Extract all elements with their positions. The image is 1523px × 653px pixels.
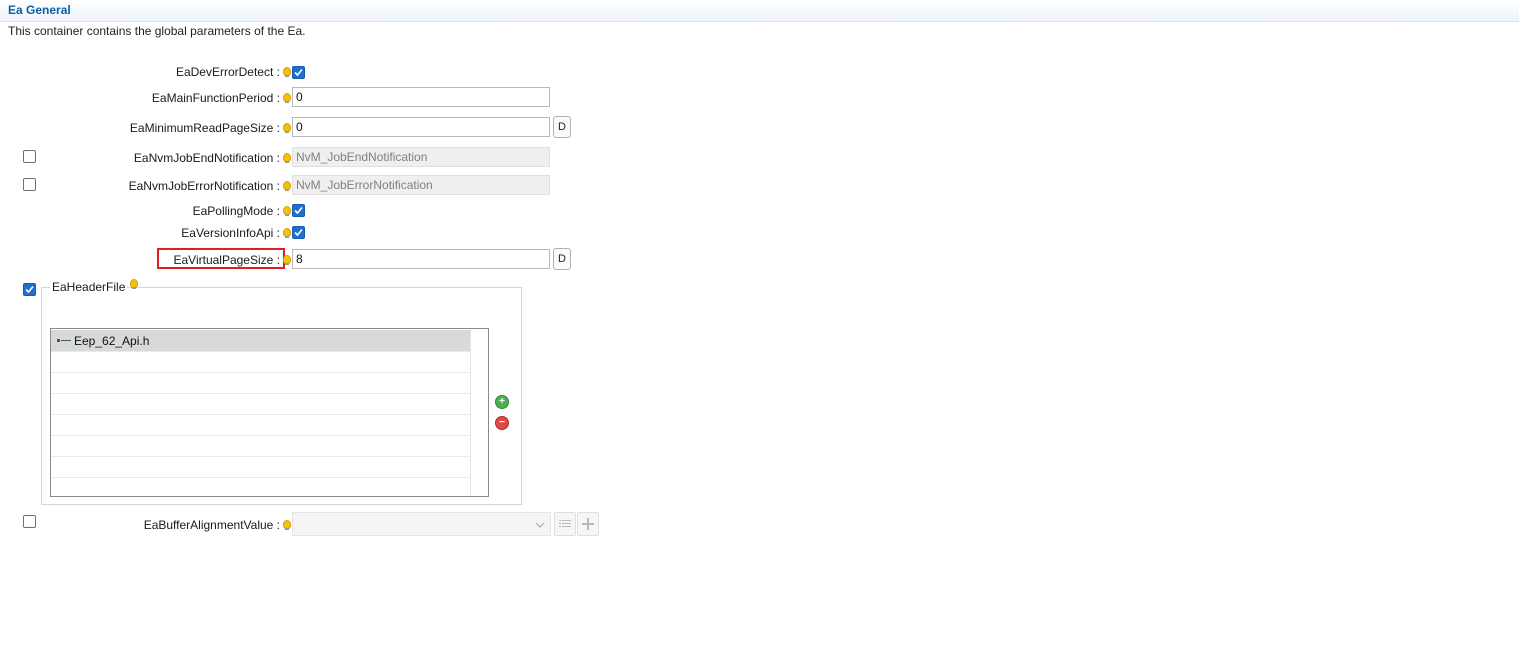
list-item[interactable]: Eep_62_Api.h [51, 330, 471, 352]
polling-mode-checkbox[interactable] [292, 204, 305, 217]
header-file-group-title: EaHeaderFile [50, 280, 128, 294]
virtual-page-size-field[interactable] [292, 249, 550, 269]
hint-bulb-icon[interactable] [283, 67, 291, 77]
list-row-empty[interactable] [51, 456, 471, 478]
hint-bulb-icon[interactable] [283, 181, 291, 191]
buffer-alignment-value-combo [292, 512, 551, 536]
list-row-empty[interactable] [51, 414, 471, 436]
hint-bulb-icon[interactable] [283, 255, 291, 265]
list-row-empty[interactable] [51, 393, 471, 415]
virtual-page-size-default-button[interactable]: D [553, 248, 571, 270]
buffer-alignment-value-enable-checkbox[interactable] [23, 515, 36, 528]
nvm-job-end-notification-field [292, 147, 550, 167]
chevron-down-icon [535, 522, 545, 528]
check-icon [294, 228, 303, 237]
list-row-empty[interactable] [51, 372, 471, 394]
nvm-job-end-notification-enable-checkbox[interactable] [23, 150, 36, 163]
polling-mode-label: EaPollingMode : [192, 204, 280, 218]
list-row-empty[interactable] [51, 435, 471, 457]
nvm-job-error-notification-enable-checkbox[interactable] [23, 178, 36, 191]
nvm-job-error-notification-field [292, 175, 550, 195]
main-function-period-field[interactable] [292, 87, 550, 107]
list-icon [554, 512, 576, 536]
dev-error-detect-label: EaDevErrorDetect : [175, 65, 280, 79]
buffer-alignment-value-label: EaBufferAlignmentValue : [143, 518, 280, 532]
main-function-period-label: EaMainFunctionPeriod : [151, 91, 280, 105]
hint-bulb-icon[interactable] [283, 93, 291, 103]
virtual-page-size-label: EaVirtualPageSize : [173, 253, 280, 267]
section-description: This container contains the global param… [8, 24, 306, 38]
nvm-job-end-notification-label: EaNvmJobEndNotification : [133, 151, 280, 165]
nvm-job-error-notification-label: EaNvmJobErrorNotification : [128, 179, 280, 193]
hint-bulb-icon[interactable] [283, 123, 291, 133]
version-info-api-checkbox[interactable] [292, 226, 305, 239]
list-row-empty[interactable] [51, 477, 471, 496]
hint-bulb-icon[interactable] [283, 153, 291, 163]
add-circle-icon[interactable]: + [495, 395, 509, 409]
section-header [0, 0, 1519, 22]
minimum-read-page-size-label: EaMinimumReadPageSize : [129, 121, 280, 135]
minimum-read-page-size-default-button[interactable]: D [553, 116, 571, 138]
hint-bulb-icon[interactable] [283, 206, 291, 216]
list-row-empty[interactable] [51, 351, 471, 373]
dev-error-detect-checkbox[interactable] [292, 66, 305, 79]
list-column-divider [470, 329, 471, 496]
hint-bulb-icon[interactable] [283, 228, 291, 238]
hint-bulb-icon[interactable] [283, 520, 291, 530]
header-file-enable-checkbox[interactable] [23, 283, 36, 296]
hint-bulb-icon[interactable] [130, 279, 138, 289]
check-icon [25, 285, 34, 294]
plus-icon [577, 512, 599, 536]
section-title: Ea General [8, 3, 71, 17]
check-icon [294, 68, 303, 77]
header-file-list[interactable]: Eep_62_Api.h [50, 328, 489, 497]
check-icon [294, 206, 303, 215]
remove-circle-icon[interactable]: − [495, 416, 509, 430]
list-item-label: Eep_62_Api.h [74, 334, 150, 348]
minimum-read-page-size-field[interactable] [292, 117, 550, 137]
tree-node-icon [57, 339, 71, 342]
version-info-api-label: EaVersionInfoApi : [181, 226, 280, 240]
